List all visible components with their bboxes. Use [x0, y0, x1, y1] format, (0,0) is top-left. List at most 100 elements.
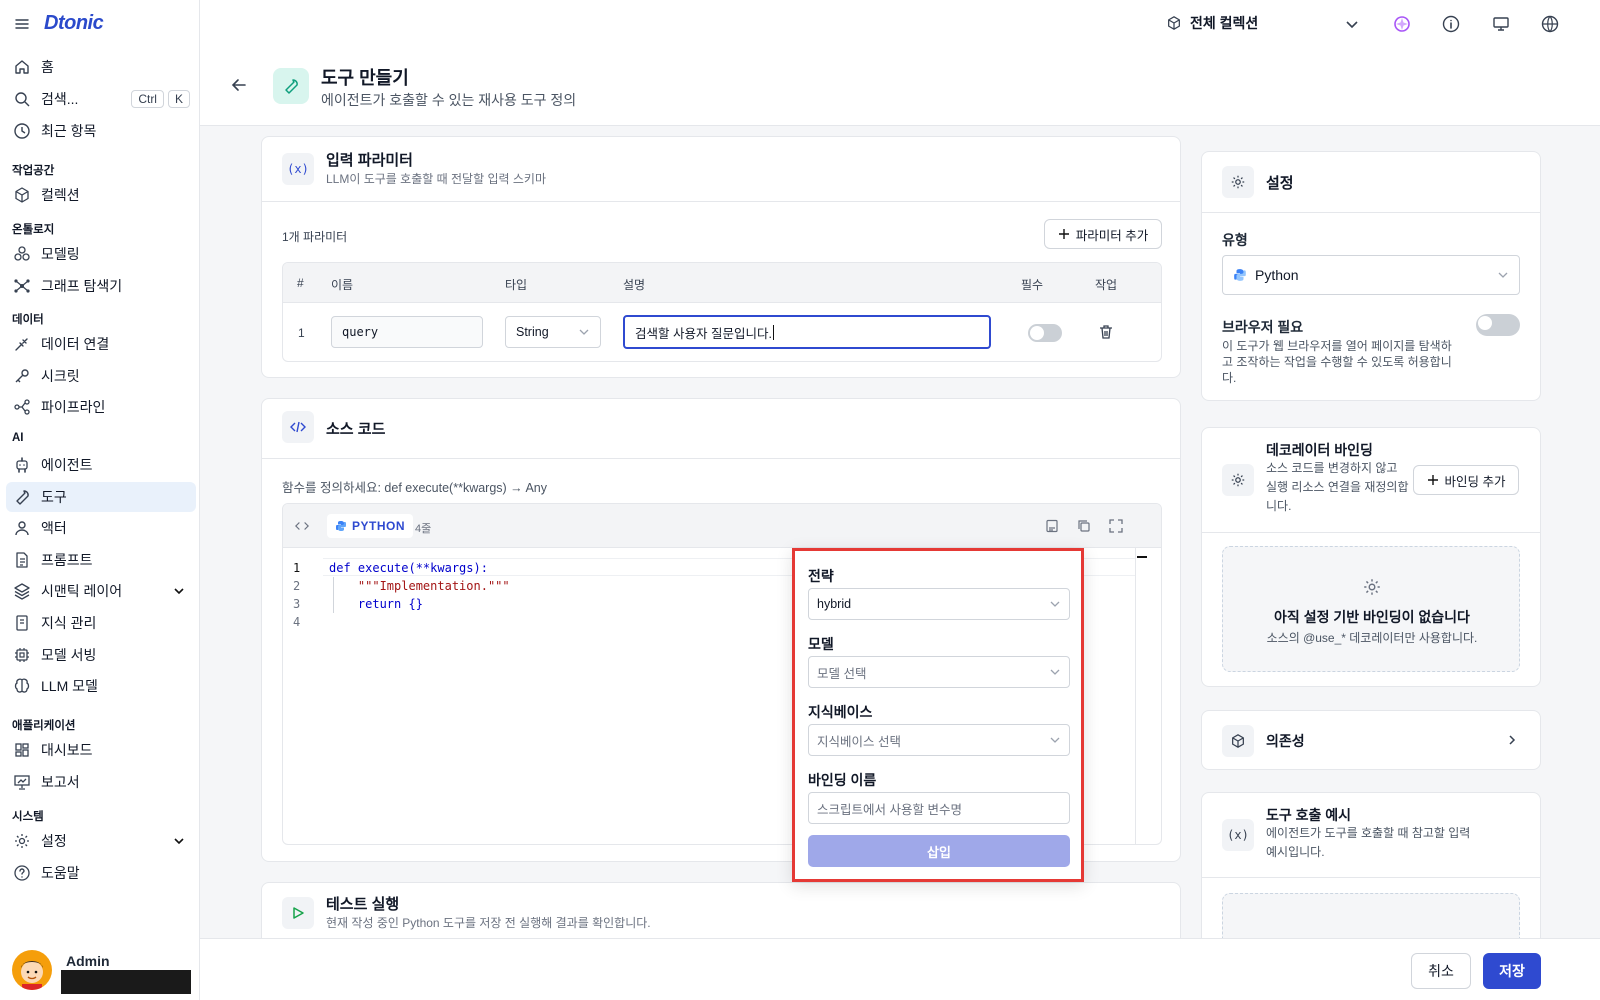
params-subtitle: LLM이 도구를 호출할 때 전달할 입력 스키마 — [326, 172, 546, 186]
param-desc-input[interactable]: 검색할 사용자 질문입니다. — [623, 315, 991, 349]
add-parameter-button[interactable]: 파라미터 추가 — [1044, 219, 1162, 249]
required-toggle[interactable] — [1028, 324, 1062, 342]
insert-button[interactable]: 삽입 — [808, 835, 1070, 867]
col-type: 타입 — [505, 278, 528, 292]
search-icon — [13, 90, 31, 108]
sidebar: Dtonic 홈 검색... Ctrl K 최근 항목 작업공간 컬렉션 온톨로… — [0, 0, 200, 1000]
binding-name-placeholder: 스크립트에서 사용할 변수명 — [817, 802, 962, 817]
decorator-desc: 소스 코드를 변경하지 않고 실행 리소스 연결을 재정의합니다. — [1266, 461, 1409, 513]
format-icon[interactable] — [1045, 519, 1059, 533]
strategy-select[interactable]: hybrid — [808, 588, 1070, 620]
ai-assistant-icon[interactable] — [1392, 14, 1412, 34]
logo[interactable]: Dtonic — [44, 12, 104, 35]
wrench-icon — [282, 77, 300, 95]
nav-model-serving[interactable]: 모델 서빙 — [6, 640, 196, 670]
kbd-ctrl: Ctrl — [131, 90, 164, 108]
browser-label: 브라우저 필요 — [1222, 319, 1304, 335]
section-system: 시스템 — [12, 811, 44, 823]
nav-home[interactable]: 홈 — [6, 52, 196, 82]
cancel-button[interactable]: 취소 — [1411, 953, 1471, 989]
example-desc: 에이전트가 도구를 호출할 때 참고할 입력 예시입니다. — [1266, 826, 1471, 859]
binding-name-input[interactable]: 스크립트에서 사용할 변수명 — [808, 792, 1070, 824]
nav-actor[interactable]: 액터 — [6, 513, 196, 543]
source-title: 소스 코드 — [326, 421, 386, 438]
nav-collection[interactable]: 컬렉션 — [6, 180, 196, 210]
copy-icon[interactable] — [1077, 519, 1091, 533]
kb-label: 지식베이스 — [808, 704, 873, 720]
nav-report[interactable]: 보고서 — [6, 767, 196, 797]
nav-secret[interactable]: 시크릿 — [6, 361, 196, 391]
monitor-icon[interactable] — [1491, 14, 1511, 34]
save-button[interactable]: 저장 — [1483, 953, 1541, 989]
nav-prompt[interactable]: 프롬프트 — [6, 545, 196, 575]
model-select[interactable]: 모델 선택 — [808, 656, 1070, 688]
dependencies-title: 의존성 — [1266, 733, 1305, 749]
param-type-value: String — [516, 325, 549, 339]
param-type-select[interactable]: String — [505, 316, 601, 348]
param-name-input[interactable]: query — [331, 316, 483, 348]
code-line-2: """Implementation.""" — [329, 579, 510, 593]
footer-bar: 취소 저장 — [200, 938, 1600, 1000]
table-header: # 이름 타입 설명 필수 작업 — [283, 263, 1161, 303]
kb-select[interactable]: 지식베이스 선택 — [808, 724, 1070, 756]
chevron-down-icon[interactable] — [1342, 14, 1362, 34]
chevron-down-icon[interactable] — [172, 584, 186, 598]
info-icon[interactable] — [1441, 14, 1461, 34]
nav-label: 액터 — [41, 520, 67, 536]
back-arrow-icon[interactable] — [230, 76, 248, 94]
param-desc-value: 검색할 사용자 질문입니다. — [635, 326, 772, 341]
play-icon[interactable] — [282, 897, 314, 929]
tool-badge — [273, 68, 309, 104]
add-binding-button[interactable]: 바인딩 추가 — [1413, 465, 1519, 495]
nav-knowledge[interactable]: 지식 관리 — [6, 608, 196, 638]
language-badge: PYTHON — [327, 514, 414, 538]
globe-icon[interactable] — [1540, 14, 1560, 34]
row-num: 1 — [298, 326, 305, 340]
fullscreen-icon[interactable] — [1109, 519, 1123, 533]
document-icon — [13, 551, 31, 569]
nav-help[interactable]: 도움말 — [6, 858, 196, 888]
redacted-email — [61, 970, 191, 994]
nav-label: 에이전트 — [41, 457, 93, 473]
nav-semantic-layer[interactable]: 시맨틱 레이어 — [6, 576, 196, 606]
browser-toggle[interactable] — [1476, 314, 1520, 336]
nav-agent[interactable]: 에이전트 — [6, 450, 196, 480]
brain-icon — [13, 677, 31, 695]
nav-label: 설정 — [41, 833, 67, 849]
line-num-4: 4 — [293, 615, 301, 629]
type-select[interactable]: Python — [1222, 255, 1520, 295]
nav-recent[interactable]: 최근 항목 — [6, 116, 196, 146]
menu-icon[interactable] — [14, 16, 30, 32]
trash-icon[interactable] — [1098, 324, 1114, 340]
nav-tool[interactable]: 도구 — [6, 482, 196, 512]
nav-label: 보고서 — [41, 774, 80, 790]
nav-label: 모델링 — [41, 246, 80, 262]
col-desc: 설명 — [623, 278, 646, 292]
binding-insert-popup: 전략 hybrid 모델 모델 선택 지식베이스 지식베이스 선택 바인딩 이름… — [792, 548, 1084, 882]
dependencies-card[interactable]: 의존성 — [1201, 710, 1541, 770]
code-line-3: return {} — [329, 597, 423, 611]
collection-selector[interactable]: 전체 컬렉션 — [1166, 13, 1258, 33]
nav-llm-model[interactable]: LLM 모델 — [6, 671, 196, 701]
example-area — [1222, 893, 1520, 938]
scrollbar[interactable] — [1135, 548, 1149, 844]
nav-pipeline[interactable]: 파이프라인 — [6, 392, 196, 422]
nav-data-connect[interactable]: 데이터 연결 — [6, 329, 196, 359]
nav-settings[interactable]: 설정 — [6, 826, 196, 856]
python-icon — [335, 520, 347, 532]
chevron-down-icon[interactable] — [172, 834, 186, 848]
line-num-2: 2 — [293, 579, 301, 593]
nav-dashboard[interactable]: 대시보드 — [6, 735, 196, 765]
user-icon — [13, 519, 31, 537]
nav-label: 시맨틱 레이어 — [41, 583, 123, 599]
nav-graph-explorer[interactable]: 그래프 탐색기 — [6, 271, 196, 301]
browser-desc: 이 도구가 웹 브라우저를 열어 페이지를 탐색하고 조작하는 작업을 수행할 … — [1222, 339, 1452, 385]
settings-card: 설정 유형 Python 브라우저 필요 이 도구가 웹 브라우저를 열어 페이… — [1201, 151, 1541, 401]
avatar[interactable] — [12, 950, 52, 990]
nav-modeling[interactable]: 모델링 — [6, 239, 196, 269]
strategy-value: hybrid — [817, 597, 852, 611]
empty-bindings: 아직 설정 기반 바인딩이 없습니다 소스의 @use_* 데코레이터만 사용합… — [1222, 546, 1520, 672]
nav-label: 프롬프트 — [41, 552, 93, 568]
table-row: 1 query String 검색할 사용자 질문입니다. — [283, 303, 1161, 361]
nav-search[interactable]: 검색... Ctrl K — [6, 84, 196, 114]
